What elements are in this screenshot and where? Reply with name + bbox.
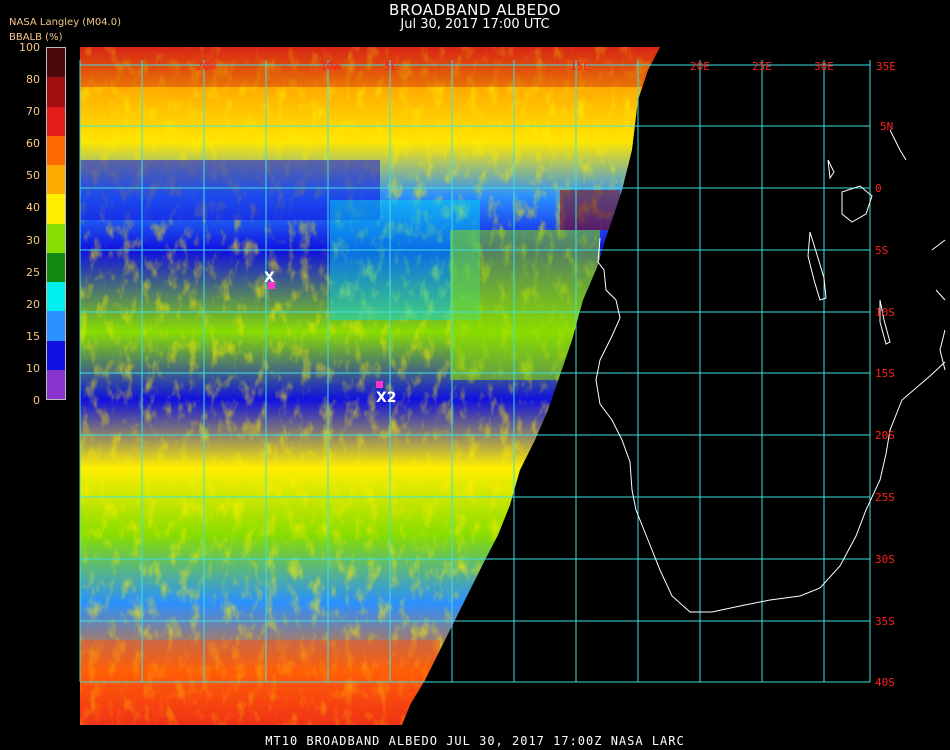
lon-label: 20E [690,60,710,73]
lat-label: 35S [875,615,895,628]
lon-label: 30E [814,60,834,73]
lon-label: 25E [752,60,772,73]
colorbar-segment [47,48,65,78]
colorbar-tick-label: 80 [26,73,40,87]
lat-labels: 5N 0 5S 10S 15S 20S 25S 30S 35S 40S [875,120,895,689]
colorbar-segment [47,165,65,195]
colorbar-tick-label: 20 [26,297,40,311]
colorbar-tick-label: 60 [26,137,40,151]
satellite-swath [80,47,660,725]
lake-victoria [841,185,873,223]
lat-label: 20S [875,429,895,442]
lake-tanganyika [807,231,827,301]
credit-label: NASA Langley (M04.0) [9,17,121,28]
colorbar-tick-label: 15 [26,329,40,343]
colorbar-segment [47,311,65,341]
colorbar-tick-label: 0 [33,394,40,407]
map-timestamp: Jul 30, 2017 17:00 UTC [400,17,550,32]
colorbar [46,47,66,400]
colorbar-segment [47,77,65,107]
colorbar-segment [47,282,65,312]
colorbar-segment [47,106,65,136]
colorbar-tick-label: 25 [26,265,40,279]
colorbar-tick-label: 100 [19,41,40,54]
lon-label: 35E [876,60,896,73]
colorbar-segment [47,135,65,165]
colorbar-segment [47,223,65,253]
colorbar-segment [47,340,65,370]
lon-label: 5E [384,60,397,73]
lon-label: 10W [320,60,340,73]
colorbar-segment [47,252,65,282]
colorbar-tick-label: 70 [26,105,40,119]
lat-label: 40S [875,676,895,689]
lon-label: 15E [570,60,590,73]
albedo-map: 20W 10W 5E 15E 20E 25E 30E 35E 5N 0 5S 1… [79,47,946,725]
horn-coast [889,129,907,161]
lat-label: 5S [875,244,888,257]
colorbar-segment [47,194,65,224]
lake-turkana [827,159,835,180]
lat-label: 30S [875,553,895,566]
site-marker-label: X2 [376,390,397,406]
colorbar-tick-label: 10 [26,361,40,375]
lat-label: 15S [875,367,895,380]
east-coast [931,239,946,301]
footer-caption: MT10 BROADBAND ALBEDO JUL 30, 2017 17:00… [265,734,685,748]
site-marker-dot [376,381,383,388]
lon-label: 20W [196,60,216,73]
colorbar-segment [47,369,65,399]
site-marker-label: X [264,270,275,286]
lat-label: 0 [875,182,882,195]
lat-label: 10S [875,306,895,319]
colorbar-tick-label: 50 [26,169,40,183]
lat-label: 25S [875,491,895,504]
lat-label: 5N [880,120,893,133]
colorbar-tick-label: 30 [26,233,40,247]
colorbar-tick-label: 40 [26,201,40,215]
